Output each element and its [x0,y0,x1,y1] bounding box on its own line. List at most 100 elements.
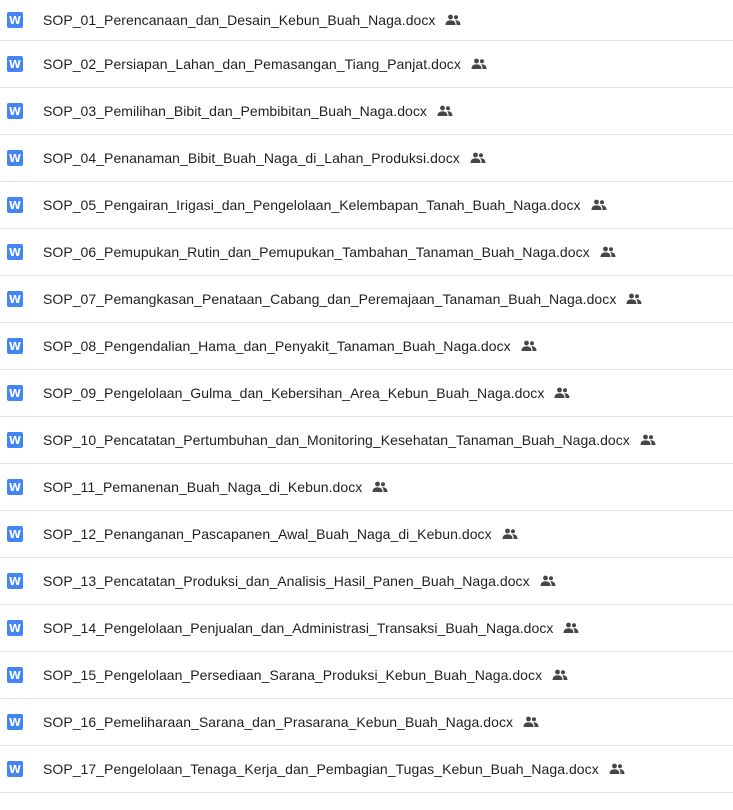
file-name[interactable]: SOP_09_Pengelolaan_Gulma_dan_Kebersihan_… [43,385,544,401]
file-row[interactable]: W SOP_15_Pengelolaan_Persediaan_Sarana_Pr… [0,652,733,699]
file-name[interactable]: SOP_13_Pencatatan_Produksi_dan_Analisis_… [43,573,530,589]
file-row[interactable]: W SOP_11_Pemanenan_Buah_Naga_di_Kebun.doc… [0,464,733,511]
word-doc-icon-letter: W [8,339,22,353]
word-doc-icon: W [7,526,23,542]
file-name-wrapper[interactable]: SOP_01_Perencanaan_dan_Desain_Kebun_Buah… [43,12,461,28]
file-name[interactable]: SOP_07_Pemangkasan_Penataan_Cabang_dan_P… [43,291,616,307]
file-row[interactable]: W SOP_01_Perencanaan_dan_Desain_Kebun_Bua… [0,0,733,41]
file-name[interactable]: SOP_12_Penanganan_Pascapanen_Awal_Buah_N… [43,526,492,542]
shared-people-icon [600,246,616,257]
shared-people-icon [521,340,537,351]
word-doc-icon-letter: W [8,386,22,400]
word-doc-icon: W [7,150,23,166]
word-doc-icon-letter: W [8,762,22,776]
shared-people-icon [471,58,487,69]
file-row[interactable]: W SOP_10_Pencatatan_Pertumbuhan_dan_Monit… [0,417,733,464]
shared-people-icon [554,387,570,398]
file-name[interactable]: SOP_06_Pemupukan_Rutin_dan_Pemupukan_Tam… [43,244,590,260]
word-doc-icon: W [7,714,23,730]
file-row[interactable]: W SOP_08_Pengendalian_Hama_dan_Penyakit_T… [0,323,733,370]
shared-people-icon [437,105,453,116]
file-name[interactable]: SOP_14_Pengelolaan_Penjualan_dan_Adminis… [43,620,553,636]
file-row[interactable]: W SOP_05_Pengairan_Irigasi_dan_Pengelolaa… [0,182,733,229]
file-name[interactable]: SOP_03_Pemilihan_Bibit_dan_Pembibitan_Bu… [43,103,427,119]
file-name[interactable]: SOP_17_Pengelolaan_Tenaga_Kerja_dan_Pemb… [43,761,599,777]
word-doc-icon: W [7,667,23,683]
word-doc-icon: W [7,761,23,777]
file-row[interactable]: W SOP_07_Pemangkasan_Penataan_Cabang_dan_… [0,276,733,323]
file-name-wrapper[interactable]: SOP_07_Pemangkasan_Penataan_Cabang_dan_P… [43,291,642,307]
word-doc-icon-letter: W [8,621,22,635]
file-row[interactable]: W SOP_12_Penanganan_Pascapanen_Awal_Buah_… [0,511,733,558]
file-row[interactable]: W SOP_09_Pengelolaan_Gulma_dan_Kebersihan… [0,370,733,417]
shared-people-icon [563,622,579,633]
file-name[interactable]: SOP_16_Pemeliharaan_Sarana_dan_Prasarana… [43,714,513,730]
file-row[interactable]: W SOP_13_Pencatatan_Produksi_dan_Analisis… [0,558,733,605]
file-name-wrapper[interactable]: SOP_02_Persiapan_Lahan_dan_Pemasangan_Ti… [43,56,487,72]
shared-people-icon [552,669,568,680]
word-doc-icon: W [7,338,23,354]
word-doc-icon-letter: W [8,292,22,306]
word-doc-icon-letter: W [8,527,22,541]
shared-people-icon [540,575,556,586]
file-row[interactable]: W SOP_14_Pengelolaan_Penjualan_dan_Admini… [0,605,733,652]
word-doc-icon: W [7,620,23,636]
word-doc-icon-letter: W [8,151,22,165]
file-row[interactable]: W SOP_04_Penanaman_Bibit_Buah_Naga_di_Lah… [0,135,733,182]
file-name-wrapper[interactable]: SOP_17_Pengelolaan_Tenaga_Kerja_dan_Pemb… [43,761,625,777]
word-doc-icon-letter: W [8,57,22,71]
file-list: W SOP_01_Perencanaan_dan_Desain_Kebun_Bua… [0,0,733,793]
file-name-wrapper[interactable]: SOP_15_Pengelolaan_Persediaan_Sarana_Pro… [43,667,568,683]
file-name[interactable]: SOP_10_Pencatatan_Pertumbuhan_dan_Monito… [43,432,630,448]
shared-people-icon [591,199,607,210]
file-name[interactable]: SOP_01_Perencanaan_dan_Desain_Kebun_Buah… [43,12,435,28]
word-doc-icon: W [7,197,23,213]
file-name-wrapper[interactable]: SOP_13_Pencatatan_Produksi_dan_Analisis_… [43,573,556,589]
file-name[interactable]: SOP_02_Persiapan_Lahan_dan_Pemasangan_Ti… [43,56,461,72]
file-row[interactable]: W SOP_03_Pemilihan_Bibit_dan_Pembibitan_B… [0,88,733,135]
file-name-wrapper[interactable]: SOP_16_Pemeliharaan_Sarana_dan_Prasarana… [43,714,539,730]
file-name[interactable]: SOP_08_Pengendalian_Hama_dan_Penyakit_Ta… [43,338,511,354]
file-name-wrapper[interactable]: SOP_04_Penanaman_Bibit_Buah_Naga_di_Laha… [43,150,486,166]
file-row[interactable]: W SOP_17_Pengelolaan_Tenaga_Kerja_dan_Pem… [0,746,733,793]
word-doc-icon-letter: W [8,104,22,118]
file-name-wrapper[interactable]: SOP_05_Pengairan_Irigasi_dan_Pengelolaan… [43,197,607,213]
word-doc-icon: W [7,385,23,401]
word-doc-icon-letter: W [8,574,22,588]
file-name[interactable]: SOP_05_Pengairan_Irigasi_dan_Pengelolaan… [43,197,581,213]
file-name[interactable]: SOP_15_Pengelolaan_Persediaan_Sarana_Pro… [43,667,542,683]
file-name-wrapper[interactable]: SOP_12_Penanganan_Pascapanen_Awal_Buah_N… [43,526,518,542]
word-doc-icon-letter: W [8,715,22,729]
file-name-wrapper[interactable]: SOP_08_Pengendalian_Hama_dan_Penyakit_Ta… [43,338,537,354]
file-row[interactable]: W SOP_02_Persiapan_Lahan_dan_Pemasangan_T… [0,41,733,88]
word-doc-icon: W [7,479,23,495]
shared-people-icon [470,152,486,163]
file-row[interactable]: W SOP_16_Pemeliharaan_Sarana_dan_Prasaran… [0,699,733,746]
file-name[interactable]: SOP_11_Pemanenan_Buah_Naga_di_Kebun.docx [43,479,362,495]
word-doc-icon: W [7,573,23,589]
word-doc-icon: W [7,432,23,448]
file-name-wrapper[interactable]: SOP_06_Pemupukan_Rutin_dan_Pemupukan_Tam… [43,244,616,260]
shared-people-icon [523,716,539,727]
word-doc-icon-letter: W [8,13,22,27]
file-name-wrapper[interactable]: SOP_09_Pengelolaan_Gulma_dan_Kebersihan_… [43,385,570,401]
shared-people-icon [372,481,388,492]
word-doc-icon-letter: W [8,245,22,259]
shared-people-icon [445,14,461,25]
file-name-wrapper[interactable]: SOP_11_Pemanenan_Buah_Naga_di_Kebun.docx [43,479,388,495]
file-name[interactable]: SOP_04_Penanaman_Bibit_Buah_Naga_di_Laha… [43,150,460,166]
file-row[interactable]: W SOP_06_Pemupukan_Rutin_dan_Pemupukan_Ta… [0,229,733,276]
shared-people-icon [640,434,656,445]
word-doc-icon-letter: W [8,668,22,682]
file-name-wrapper[interactable]: SOP_03_Pemilihan_Bibit_dan_Pembibitan_Bu… [43,103,453,119]
word-doc-icon-letter: W [8,480,22,494]
word-doc-icon: W [7,244,23,260]
word-doc-icon: W [7,56,23,72]
file-name-wrapper[interactable]: SOP_10_Pencatatan_Pertumbuhan_dan_Monito… [43,432,656,448]
file-name-wrapper[interactable]: SOP_14_Pengelolaan_Penjualan_dan_Adminis… [43,620,579,636]
shared-people-icon [502,528,518,539]
word-doc-icon-letter: W [8,433,22,447]
word-doc-icon: W [7,12,23,28]
word-doc-icon: W [7,103,23,119]
shared-people-icon [609,763,625,774]
